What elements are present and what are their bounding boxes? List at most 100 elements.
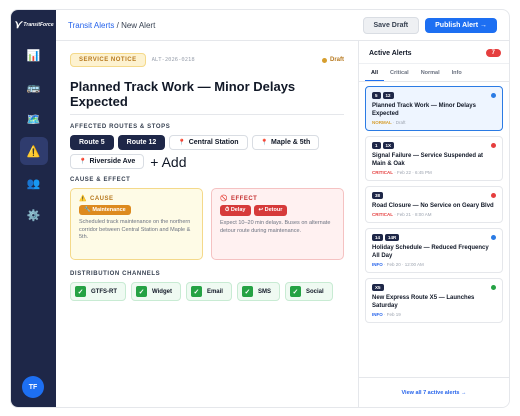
route-badge: 14 — [372, 234, 384, 241]
cause-tags: 🔧 Maintenance — [79, 205, 194, 215]
routes-heading: AFFECTED ROUTES & STOPS — [70, 124, 171, 130]
tab-normal[interactable]: Normal — [415, 64, 446, 81]
alert-title-input[interactable]: Planned Track Work — Minor Delays Expect… — [70, 79, 344, 115]
pin-icon: 📍 — [79, 159, 87, 165]
panel-header: Active Alerts 7 — [359, 41, 509, 64]
tab-critical[interactable]: Critical — [384, 64, 415, 81]
channels-heading: DISTRIBUTION CHANNELS — [70, 271, 161, 277]
tab-all[interactable]: All — [365, 64, 385, 81]
stop-chip-label: Central Station — [188, 139, 239, 146]
alert-card-date: · Feb 21 · 8:00 AM — [394, 212, 432, 217]
users-icon[interactable]: 👥 — [20, 169, 48, 197]
alert-card-meta: INFO · Feb 19 — [372, 312, 496, 317]
alert-editor: SERVICE NOTICE ALT-2026-0218 Draft Plann… — [56, 41, 359, 407]
effect-tag[interactable]: ↩ Detour — [253, 205, 288, 216]
channel-toggle[interactable]: ✓ Widget — [131, 282, 181, 301]
alert-card[interactable]: 5 12 Planned Track Work — Minor Delays Exp… — [365, 86, 503, 131]
severity-label: INFO — [372, 262, 383, 267]
notice-type-badge[interactable]: SERVICE NOTICE — [70, 53, 146, 67]
alert-list: 5 12 Planned Track Work — Minor Delays Exp… — [359, 82, 509, 377]
add-route-button[interactable]: + Add — [150, 155, 186, 169]
route-badge: 5 — [372, 92, 381, 99]
filter-tabs: All Critical Normal Info — [359, 64, 509, 82]
gear-icon[interactable]: ⚙️ — [20, 201, 48, 229]
alert-card-date: · Draft — [393, 120, 406, 125]
alert-card-title: Planned Track Work — Minor Delays Expect… — [372, 103, 476, 117]
route-chip[interactable]: Route 5 — [70, 135, 114, 150]
route-badge: 1X — [382, 142, 395, 149]
route-badge: 14R — [385, 234, 400, 241]
save-draft-button[interactable]: Save Draft — [362, 16, 420, 34]
alert-card[interactable]: 14 14R Holiday Schedule — Reduced Frequenc… — [365, 228, 503, 273]
alert-card-title: Holiday Schedule — Reduced Frequency All… — [372, 245, 489, 259]
logo-mark-icon: ⋎ — [13, 19, 22, 31]
view-all-alerts-link[interactable]: View all 7 active alerts → — [359, 377, 509, 407]
checkmark-icon: ✓ — [289, 286, 301, 297]
cause-card[interactable]: ⚠️ CAUSE 🔧 Maintenance Scheduled track m… — [70, 188, 203, 260]
map-icon[interactable]: 🗺️ — [20, 105, 48, 133]
alert-card-title: New Express Route X5 — Launches Saturday — [372, 295, 475, 309]
severity-dot-icon — [491, 193, 496, 198]
ban-icon: 🚫 — [220, 196, 228, 202]
alert-card[interactable]: X5 New Express Route X5 — Launches Saturd… — [365, 278, 503, 323]
channel-toggle[interactable]: ✓ GTFS-RT — [70, 282, 126, 301]
checkmark-icon: ✓ — [241, 286, 253, 297]
alert-card-meta: INFO · Feb 20 · 12:00 AM — [372, 262, 496, 267]
route-badges: 14 14R — [372, 234, 496, 241]
checkmark-icon: ✓ — [136, 286, 147, 297]
route-badge: 1 — [372, 142, 381, 149]
route-chip[interactable]: Route 12 — [117, 135, 166, 150]
alert-card[interactable]: 38 Road Closure — No Service on Geary Blv… — [365, 186, 503, 223]
effect-header: 🚫 EFFECT — [220, 195, 335, 203]
alert-id: ALT-2026-0218 — [151, 57, 195, 63]
channel-label: GTFS-RT — [91, 288, 117, 295]
app-window: ⋎ TransitForce 📊 🚌 🗺️ ⚠️ 👥 ⚙️ TF Transit… — [10, 9, 510, 408]
cause-description[interactable]: Scheduled track maintenance on the north… — [79, 219, 194, 242]
effect-tag[interactable]: ⏱ Delay — [220, 205, 251, 216]
avatar[interactable]: TF — [22, 376, 44, 398]
channel-label: SMS — [257, 288, 271, 295]
channel-label: Widget — [152, 288, 172, 295]
pin-icon: 📍 — [260, 140, 268, 146]
alert-card[interactable]: 1 1X Signal Failure — Service Suspended at… — [365, 136, 503, 181]
route-badges: 1 1X — [372, 142, 496, 149]
route-badges: 5 12 — [372, 92, 496, 99]
channel-toggle[interactable]: ✓ SMS — [236, 282, 280, 301]
active-alerts-panel: Active Alerts 7 All Critical Normal Info… — [359, 41, 509, 407]
alert-card-date: · Feb 20 · 12:00 AM — [384, 262, 424, 267]
channels-list: ✓ GTFS-RT ✓ Widget ✓ Email ✓ SMS ✓ Social — [70, 282, 344, 301]
routes-list: Route 5 Route 12 📍 Central Station 📍 Map… — [70, 135, 344, 169]
channel-label: Email — [206, 288, 223, 295]
tab-info[interactable]: Info — [446, 64, 468, 81]
channel-toggle[interactable]: ✓ Email — [185, 282, 232, 301]
breadcrumb-parent-link[interactable]: Transit Alerts — [68, 21, 114, 30]
severity-dot-icon — [491, 93, 496, 98]
alert-card-meta: CRITICAL · Feb 21 · 8:00 AM — [372, 212, 496, 217]
route-badge: X5 — [372, 284, 384, 291]
status-dot-icon — [321, 57, 327, 63]
warning-icon: ⚠️ — [79, 196, 87, 202]
stop-chip[interactable]: 📍 Maple & 5th — [251, 135, 320, 150]
sidebar: ⋎ TransitForce 📊 🚌 🗺️ ⚠️ 👥 ⚙️ TF — [11, 10, 56, 407]
bus-icon[interactable]: 🚌 — [20, 73, 48, 101]
publish-alert-button[interactable]: Publish Alert → — [425, 17, 497, 33]
status-badge: Draft — [321, 57, 344, 63]
alert-icon[interactable]: ⚠️ — [19, 137, 48, 165]
topbar: Transit Alerts / New Alert Save Draft Pu… — [56, 10, 509, 41]
dashboard-icon[interactable]: 📊 — [20, 41, 48, 69]
stop-chip[interactable]: 📍 Central Station — [169, 135, 248, 150]
severity-dot-icon — [491, 235, 496, 240]
alert-card-meta: NORMAL · Draft — [372, 120, 496, 125]
content: SERVICE NOTICE ALT-2026-0218 Draft Plann… — [56, 41, 509, 407]
effect-description[interactable]: Expect 10–20 min delays. Buses on altern… — [220, 220, 335, 235]
logo: ⋎ TransitForce — [13, 18, 53, 31]
cause-tag[interactable]: 🔧 Maintenance — [79, 205, 131, 215]
route-badges: 38 — [372, 192, 496, 199]
stop-chip[interactable]: 📍 Riverside Ave — [70, 154, 145, 169]
channel-toggle[interactable]: ✓ Social — [284, 282, 333, 301]
alert-card-date: · Feb 19 — [384, 312, 401, 317]
severity-label: NORMAL — [372, 120, 392, 125]
severity-label: CRITICAL — [372, 170, 393, 175]
channel-label: Social — [305, 288, 324, 295]
effect-card[interactable]: 🚫 EFFECT ⏱ Delay ↩ Detour Expect 10–20 m… — [211, 188, 344, 260]
